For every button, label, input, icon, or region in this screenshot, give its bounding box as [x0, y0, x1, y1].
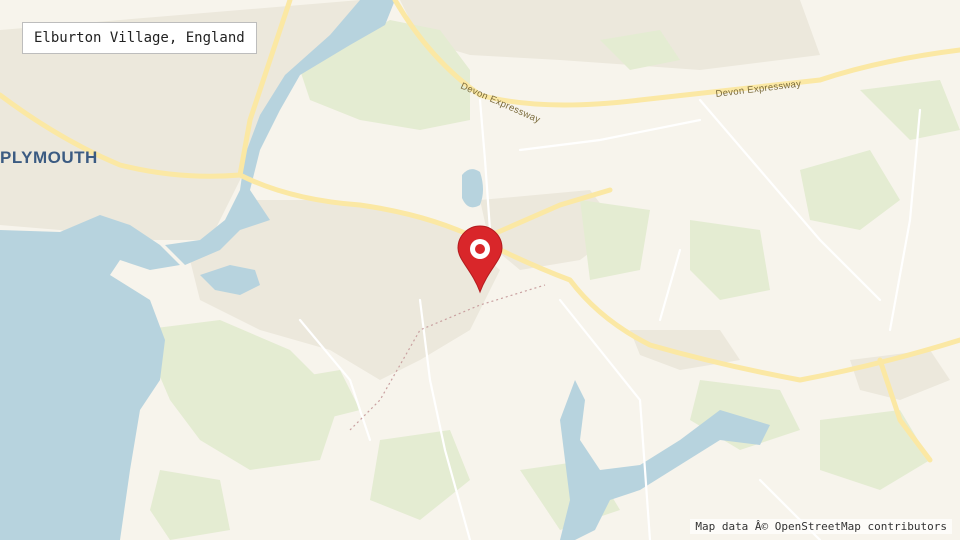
- city-label-plymouth: PLYMOUTH: [0, 148, 98, 167]
- map-canvas[interactable]: Devon Expressway Devon Expressway PLYMOU…: [0, 0, 960, 540]
- location-label: Elburton Village, England: [22, 22, 257, 54]
- location-name: Elburton Village, England: [34, 30, 245, 46]
- map-attribution: Map data Â© OpenStreetMap contributors: [690, 519, 952, 534]
- attribution-text: Map data Â© OpenStreetMap contributors: [695, 520, 947, 533]
